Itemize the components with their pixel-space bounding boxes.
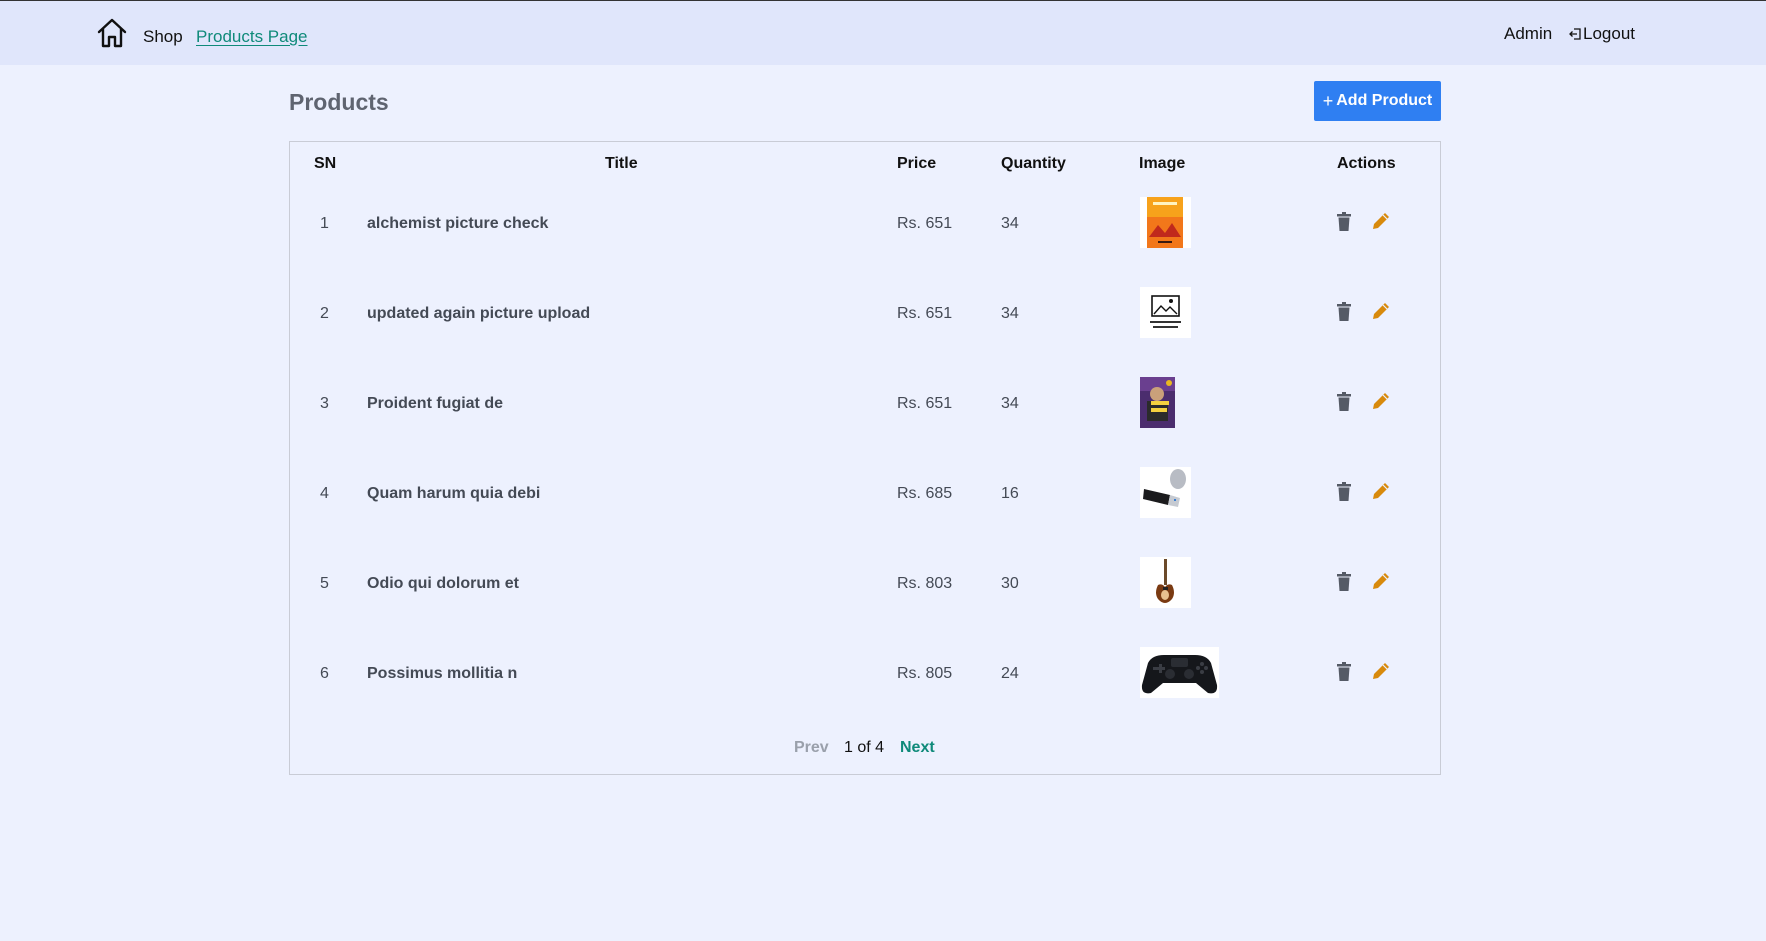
table-row: 2 updated again picture upload Rs. 651 3… (290, 268, 1440, 358)
delete-icon[interactable] (1336, 302, 1352, 322)
nav-shop-link[interactable]: Shop (143, 27, 183, 47)
next-page-button[interactable]: Next (900, 739, 935, 757)
header-price: Price (897, 155, 937, 172)
product-image-book-orange (1140, 197, 1191, 248)
delete-icon[interactable] (1336, 482, 1352, 502)
header-title: Title (605, 155, 638, 172)
pencil-icon[interactable] (1371, 661, 1391, 681)
row-price: Rs. 803 (897, 575, 953, 592)
row-quantity: 16 (1001, 485, 1019, 502)
row-sn: 6 (320, 665, 329, 682)
header-sn: SN (314, 155, 337, 172)
header-actions: Actions (1337, 155, 1396, 172)
row-quantity: 24 (1001, 665, 1019, 682)
page-title: Products (289, 89, 389, 115)
row-sn: 2 (320, 305, 329, 322)
delete-icon[interactable] (1336, 212, 1352, 232)
row-title: updated again picture upload (367, 305, 591, 322)
row-price: Rs. 685 (897, 485, 953, 502)
row-price: Rs. 651 (897, 395, 953, 412)
table-row: 3 Proident fugiat de Rs. 651 34 (290, 358, 1440, 448)
product-image-usb-drive (1140, 467, 1191, 518)
row-title: alchemist picture check (367, 215, 549, 232)
row-quantity: 30 (1001, 575, 1019, 592)
row-sn: 3 (320, 395, 329, 412)
product-image-no-image (1140, 287, 1191, 338)
row-sn: 4 (320, 485, 329, 502)
row-title: Possimus mollitia n (367, 665, 518, 682)
table-row: 6 Possimus mollitia n Rs. 805 24 (290, 628, 1440, 718)
delete-icon[interactable] (1336, 572, 1352, 592)
row-quantity: 34 (1001, 305, 1019, 322)
prev-page-button[interactable]: Prev (794, 739, 829, 757)
row-quantity: 34 (1001, 215, 1019, 232)
logout-icon (1569, 28, 1581, 40)
row-title: Quam harum quia debi (367, 485, 541, 502)
row-price: Rs. 651 (897, 305, 953, 322)
pencil-icon[interactable] (1371, 391, 1391, 411)
header-quantity: Quantity (1001, 155, 1066, 172)
row-price: Rs. 651 (897, 215, 953, 232)
plus-icon: + (1322, 90, 1334, 111)
pencil-icon[interactable] (1371, 481, 1391, 501)
row-title: Proident fugiat de (367, 395, 503, 412)
pencil-icon[interactable] (1371, 211, 1391, 231)
pencil-icon[interactable] (1371, 571, 1391, 591)
row-sn: 5 (320, 575, 329, 592)
delete-icon[interactable] (1336, 662, 1352, 682)
delete-icon[interactable] (1336, 392, 1352, 412)
row-price: Rs. 805 (897, 665, 953, 682)
product-image-book-purple (1140, 377, 1175, 428)
logout-label: Logout (1583, 24, 1635, 43)
table-row: 1 alchemist picture check Rs. 651 34 (290, 178, 1440, 268)
top-navbar: Shop Products Page Admin Logout (0, 0, 1766, 65)
page-indicator: 1 of 4 (844, 739, 885, 756)
nav-products-link[interactable]: Products Page (196, 27, 308, 47)
nav-admin-label[interactable]: Admin (1504, 24, 1552, 44)
add-product-button[interactable]: + Add Product (1314, 81, 1441, 121)
add-product-label: Add Product (1336, 92, 1433, 109)
row-quantity: 34 (1001, 395, 1019, 412)
pencil-icon[interactable] (1371, 301, 1391, 321)
table-row: 5 Odio qui dolorum et Rs. 803 30 (290, 538, 1440, 628)
product-image-guitar (1140, 557, 1191, 608)
product-image-controller (1140, 647, 1219, 698)
row-title: Odio qui dolorum et (367, 575, 519, 592)
header-image: Image (1139, 155, 1186, 172)
logout-button[interactable]: Logout (1568, 24, 1635, 44)
table-row: 4 Quam harum quia debi Rs. 685 16 (290, 448, 1440, 538)
row-sn: 1 (320, 215, 329, 232)
home-icon[interactable] (96, 17, 128, 49)
